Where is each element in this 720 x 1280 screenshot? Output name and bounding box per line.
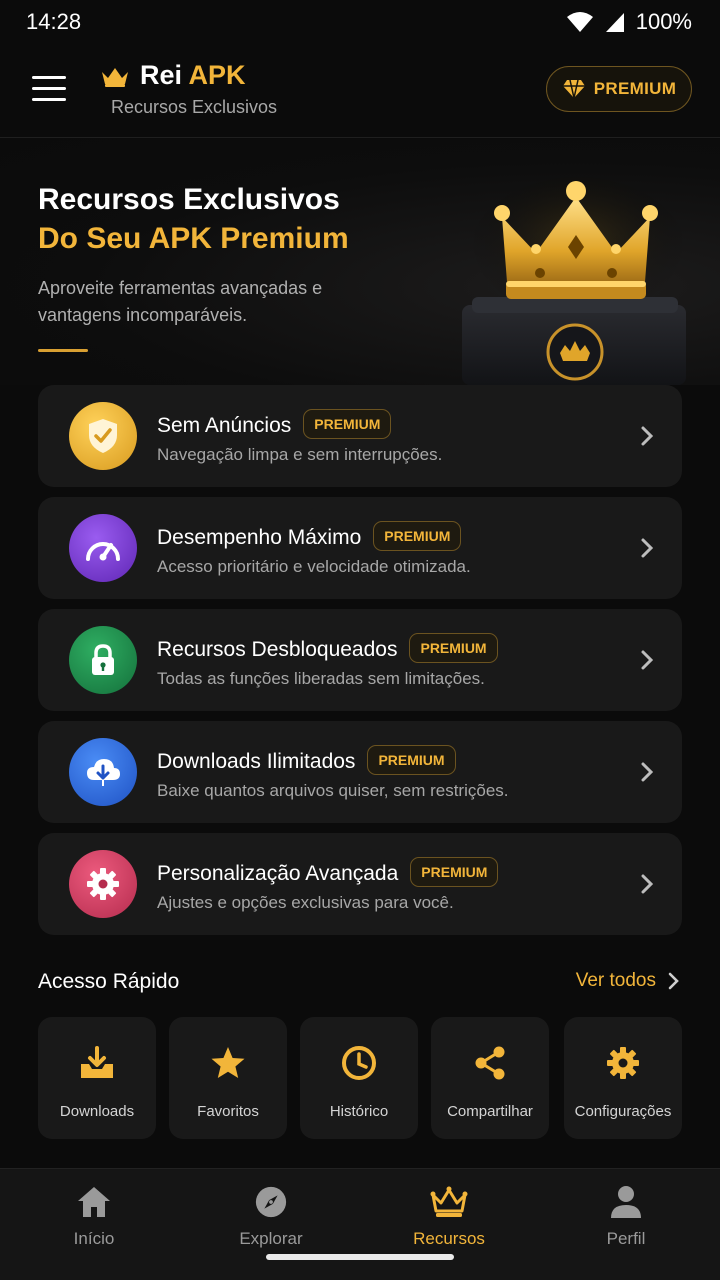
quick-configuracoes[interactable]: Configurações [564,1017,682,1139]
feature-title-text: Personalização Avançada [157,862,399,885]
chevron-right-icon [641,650,654,670]
feature-title-text: Sem Anúncios [157,414,292,437]
speedometer-icon [69,514,137,582]
quick-label: Compartilhar [447,1103,533,1120]
feature-title: Desempenho Máximo PREMIUM [157,521,462,551]
gear-icon [69,850,137,918]
feature-title: Downloads Ilimitados PREMIUM [157,745,456,775]
app-bar: Rei APK Recursos Exclusivos PREMIUM [0,44,720,138]
nav-explorar[interactable]: Explorar [211,1185,331,1249]
download-tray-icon [79,1045,115,1081]
hero-title-accent: Do Seu APK Premium [38,222,349,255]
quick-label: Favoritos [197,1103,259,1120]
star-icon [210,1045,246,1081]
hero-description: Aproveite ferramentas avançadas e vantag… [38,278,323,325]
quick-label: Configurações [574,1103,672,1120]
app-title-accent: APK [188,60,246,90]
quick-label: Histórico [329,1103,389,1120]
feature-card-desempenho[interactable]: Desempenho Máximo PREMIUM Acesso prioritá… [38,497,682,599]
app-title-main: Rei [140,60,183,90]
chevron-right-icon [641,538,654,558]
chevron-right-icon [641,762,654,782]
nav-label: Recursos [413,1229,485,1248]
feature-title-text: Recursos Desbloqueados [157,638,398,661]
status-time: 14:28 [26,9,82,34]
quick-historico[interactable]: Histórico [300,1017,418,1139]
cloud-download-icon [69,738,137,806]
hero-section: Recursos Exclusivos Do Seu APK Premium A… [0,139,720,385]
home-icon [78,1187,110,1217]
feature-title: Sem Anúncios PREMIUM [157,409,392,439]
hero-divider [38,349,88,352]
feature-card-sem-anuncios[interactable]: Sem Anúncios PREMIUM Navegação limpa e se… [38,385,682,487]
premium-badge: PREMIUM [373,521,462,551]
see-all-label: Ver todos [575,970,656,991]
nav-recursos[interactable]: Recursos [389,1185,509,1249]
see-all-link[interactable]: Ver todos [576,970,680,992]
person-icon [611,1186,641,1218]
hamburger-icon-line-2 [32,98,66,101]
feature-title-text: Desempenho Máximo [157,526,362,549]
feature-card-personalizacao[interactable]: Personalização Avançada PREMIUM Ajustes e… [38,833,682,935]
clock-icon [341,1045,377,1081]
feature-title: Recursos Desbloqueados PREMIUM [157,633,498,663]
lock-icon [69,626,137,694]
quick-access-grid: Downloads Favoritos Histórico Compartilh… [38,1017,682,1139]
crown-pedestal-illustration [462,177,688,385]
premium-button[interactable]: PREMIUM [546,66,692,112]
signal-icon [605,13,624,32]
status-bar: 14:28 100% [0,0,720,44]
quick-favoritos[interactable]: Favoritos [169,1017,287,1139]
chevron-right-icon [668,972,679,990]
feature-card-desbloqueados[interactable]: Recursos Desbloqueados PREMIUM Todas as f… [38,609,682,711]
quick-label: Downloads [59,1103,135,1120]
feature-description: Ajustes e opções exclusivas para você. [157,893,454,912]
feature-description: Navegação limpa e sem interrupções. [157,445,443,464]
status-icons: 100% [566,9,692,35]
app-brand: Rei APK Recursos Exclusivos [100,60,277,118]
app-subtitle: Recursos Exclusivos [111,97,278,117]
gear-icon [605,1045,641,1081]
feature-title: Personalização Avançada PREMIUM [157,857,499,887]
premium-badge: PREMIUM [303,409,392,439]
premium-badge: PREMIUM [410,857,499,887]
feature-card-downloads[interactable]: Downloads Ilimitados PREMIUM Baixe quanto… [38,721,682,823]
crown-icon [430,1186,468,1217]
app-title: Rei APK [140,60,246,91]
premium-button-label: PREMIUM [593,79,677,98]
nav-label: Perfil [606,1229,646,1248]
hamburger-icon [32,76,66,79]
wifi-icon [566,12,593,32]
premium-badge: PREMIUM [409,633,498,663]
feature-description: Todas as funções liberadas sem limitaçõe… [157,669,485,688]
feature-description: Baixe quantos arquivos quiser, sem restr… [157,781,509,800]
battery-level: 100% [635,9,692,34]
hero-title: Recursos Exclusivos [38,183,340,216]
quick-compartilhar[interactable]: Compartilhar [431,1017,549,1139]
chevron-right-icon [641,426,654,446]
quick-downloads[interactable]: Downloads [38,1017,156,1139]
nav-perfil[interactable]: Perfil [566,1185,686,1249]
home-indicator[interactable] [266,1254,454,1260]
quick-access-title: Acesso Rápido [38,970,180,993]
hamburger-icon-line [32,87,66,90]
feature-title-text: Downloads Ilimitados [157,750,356,773]
nav-inicio[interactable]: Início [34,1185,154,1249]
feature-description: Acesso prioritário e velocidade otimizad… [157,557,471,576]
shield-check-icon [69,402,137,470]
chevron-right-icon [641,874,654,894]
nav-label: Início [73,1229,115,1248]
compass-icon [255,1186,287,1218]
nav-label: Explorar [239,1229,303,1248]
menu-button[interactable] [32,76,66,102]
bottom-navigation: Início Explorar Recursos Perfil [0,1168,720,1280]
diamond-icon [562,79,585,99]
share-icon [472,1045,508,1081]
premium-badge: PREMIUM [367,745,456,775]
crown-icon [102,67,128,87]
